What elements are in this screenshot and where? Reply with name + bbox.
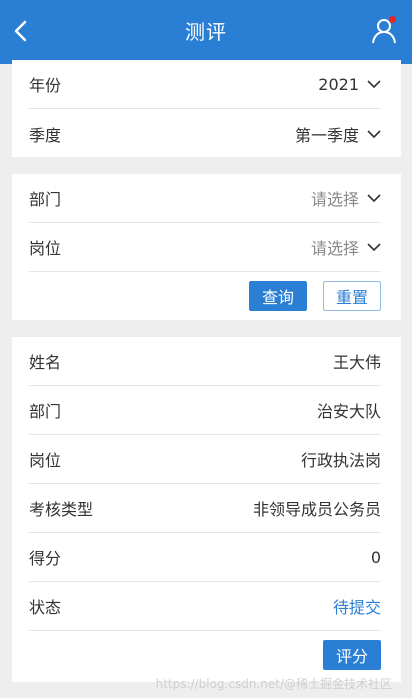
status-row: 状态 待提交 bbox=[29, 582, 381, 631]
status-link[interactable]: 待提交 bbox=[333, 594, 381, 618]
department-select[interactable]: 部门 请选择 bbox=[29, 174, 381, 223]
department-label: 部门 bbox=[29, 190, 62, 209]
app-header: 测评 bbox=[0, 0, 412, 64]
notification-dot bbox=[389, 16, 396, 23]
watermark: https://blog.csdn.net/@稀土掘金技术社区 bbox=[155, 677, 392, 691]
chevron-down-icon bbox=[367, 80, 381, 89]
quarter-label: 季度 bbox=[29, 125, 62, 145]
assessment-type-row: 考核类型 非领导成员公务员 bbox=[29, 484, 381, 533]
page-title: 测评 bbox=[185, 20, 227, 44]
name-label: 姓名 bbox=[29, 353, 62, 372]
department-value: 治安大队 bbox=[316, 402, 381, 421]
org-filter-card: 部门 请选择 岗位 请选择 查询 重置 bbox=[12, 174, 401, 320]
year-value: 2021 bbox=[318, 74, 359, 94]
position-placeholder: 请选择 bbox=[310, 239, 359, 258]
quarter-select[interactable]: 季度 第一季度 bbox=[29, 109, 381, 158]
name-value: 王大伟 bbox=[332, 353, 381, 372]
chevron-down-icon bbox=[367, 194, 381, 203]
filter-actions: 查询 重置 bbox=[29, 272, 381, 320]
status-label: 状态 bbox=[29, 598, 62, 617]
year-label: 年份 bbox=[29, 76, 62, 95]
chevron-down-icon bbox=[367, 129, 381, 138]
assessment-type-label: 考核类型 bbox=[29, 500, 94, 519]
department-placeholder: 请选择 bbox=[310, 190, 359, 209]
score-button[interactable]: 评分 bbox=[323, 640, 381, 670]
user-button[interactable] bbox=[370, 16, 398, 45]
quarter-value: 第一季度 bbox=[294, 125, 359, 145]
query-button[interactable]: 查询 bbox=[249, 281, 307, 311]
chevron-down-icon bbox=[367, 243, 381, 252]
score-value: 0 bbox=[370, 547, 381, 567]
position-value: 行政执法岗 bbox=[300, 451, 381, 470]
position-select[interactable]: 岗位 请选择 bbox=[29, 223, 381, 272]
score-row: 得分 0 bbox=[29, 533, 381, 582]
department-row: 部门 治安大队 bbox=[29, 386, 381, 435]
name-row: 姓名 王大伟 bbox=[29, 337, 381, 386]
result-actions: 评分 bbox=[29, 631, 381, 679]
position-label: 岗位 bbox=[29, 239, 62, 258]
year-select[interactable]: 年份 2021 bbox=[29, 60, 381, 109]
result-card: 姓名 王大伟 部门 治安大队 岗位 行政执法岗 考核类型 非领导成员公务员 得分… bbox=[12, 337, 401, 682]
position-label: 岗位 bbox=[29, 451, 62, 470]
period-filter-card: 年份 2021 季度 第一季度 bbox=[12, 60, 401, 157]
score-label: 得分 bbox=[29, 549, 62, 568]
position-row: 岗位 行政执法岗 bbox=[29, 435, 381, 484]
reset-button[interactable]: 重置 bbox=[323, 281, 381, 311]
assessment-type-value: 非领导成员公务员 bbox=[252, 500, 381, 519]
department-label: 部门 bbox=[29, 402, 62, 421]
